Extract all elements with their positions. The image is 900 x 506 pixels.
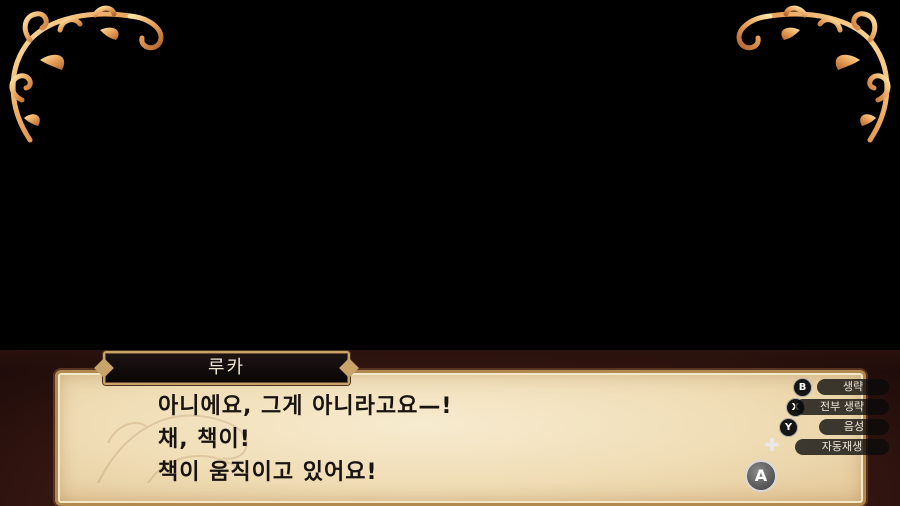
corner-ornament-left-icon [9,5,164,143]
skip-all-control[interactable]: X 전부 생략 [760,398,895,417]
corner-ornament-right-icon [736,5,891,143]
a-button-advance-icon[interactable]: A [745,460,777,492]
auto-play-label: 자동재생 [795,439,889,455]
voice-control[interactable]: Y 음성 [760,418,895,437]
skip-all-label: 전부 생략 [795,399,889,415]
b-button-icon: B [793,378,812,397]
speaker-nameplate: 루카 [94,351,359,385]
skip-control[interactable]: B 생략 [760,378,895,397]
dialogue-line-2: 채, 책이! [158,427,251,452]
dialogue-line-3: 책이 움직이고 있어요! [158,460,378,485]
auto-play-control[interactable]: ✚ 자동재생 [760,435,895,456]
skip-label: 생략 [817,379,889,395]
dpad-icon: ✚ [764,435,780,456]
dialogue-line-1: 아니에요, 그게 아니라고요—! [158,394,453,419]
control-hints: B 생략 X 전부 생략 Y 음성 ✚ 자동재생 [760,378,895,459]
speaker-name: 루카 [207,357,246,378]
y-button-icon: Y [779,418,798,437]
dialogue-text: 아니에요, 그게 아니라고요—! 채, 책이! 책이 움직이고 있어요! [158,390,718,489]
voice-label: 음성 [819,419,889,435]
